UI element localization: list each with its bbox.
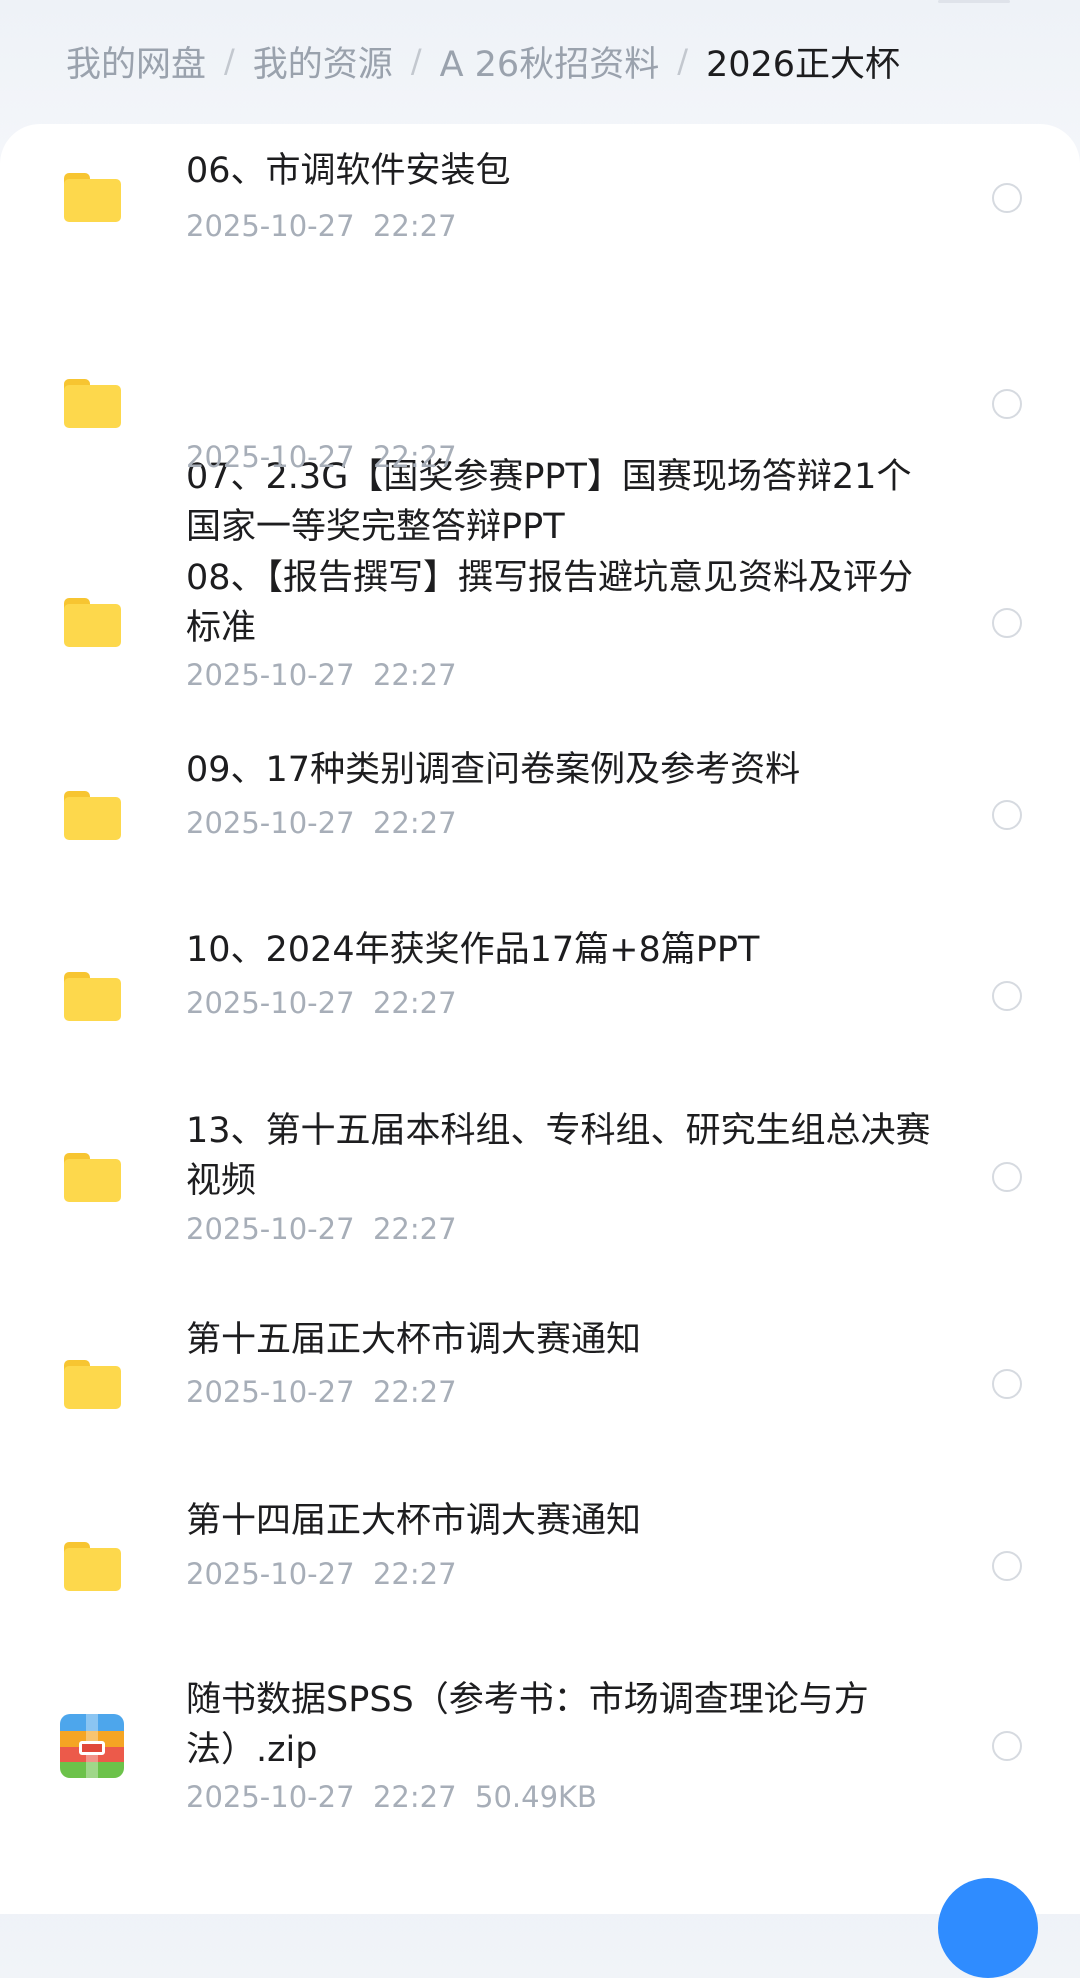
file-row[interactable]: 随书数据SPSS（参考书：市场调查理论与方法）.zip 2025-10-27 2… bbox=[0, 1672, 1080, 1892]
breadcrumb-item-current: 2026正大杯 bbox=[705, 44, 901, 85]
file-meta: 2025-10-27 22:27 bbox=[186, 437, 457, 477]
file-name: 06、市调软件安装包 bbox=[186, 151, 511, 191]
file-time: 22:27 bbox=[372, 1780, 457, 1814]
file-name: 第十五届正大杯市调大赛通知 bbox=[186, 1320, 642, 1360]
file-row[interactable]: 06、市调软件安装包 2025-10-27 22:27 bbox=[0, 124, 1080, 331]
file-meta: 2025-10-27 22:27 bbox=[186, 655, 457, 695]
select-checkbox[interactable] bbox=[992, 608, 1022, 638]
select-checkbox[interactable] bbox=[992, 1551, 1022, 1581]
select-checkbox[interactable] bbox=[992, 800, 1022, 830]
file-meta: 2025-10-27 22:27 bbox=[186, 983, 457, 1023]
file-date: 2025-10-27 bbox=[186, 1557, 355, 1591]
file-meta: 2025-10-27 22:27 bbox=[186, 206, 457, 246]
file-row[interactable]: 10、2024年获奖作品17篇+8篇PPT 2025-10-27 22:27 bbox=[0, 922, 1080, 1103]
file-row[interactable]: 13、第十五届本科组、专科组、研究生组总决赛视频 2025-10-27 22:2… bbox=[0, 1103, 1080, 1311]
file-name: 09、17种类别调查问卷案例及参考资料 bbox=[186, 750, 801, 790]
file-name: 随书数据SPSS（参考书：市场调查理论与方法）.zip bbox=[186, 1680, 869, 1770]
folder-icon bbox=[64, 972, 121, 1021]
file-name: 13、第十五届本科组、专科组、研究生组总决赛视频 bbox=[186, 1111, 931, 1201]
folder-icon bbox=[64, 1360, 121, 1409]
file-meta: 2025-10-27 22:27 bbox=[186, 1209, 457, 1249]
top-handle bbox=[938, 0, 1010, 3]
file-meta: 2025-10-27 22:27 bbox=[186, 1372, 457, 1412]
file-time: 22:27 bbox=[372, 658, 457, 692]
file-name: 10、2024年获奖作品17篇+8篇PPT bbox=[186, 930, 760, 970]
file-name: 第十四届正大杯市调大赛通知 bbox=[186, 1501, 642, 1541]
select-checkbox[interactable] bbox=[992, 183, 1022, 213]
select-checkbox[interactable] bbox=[992, 1731, 1022, 1761]
breadcrumb-separator: / bbox=[224, 42, 235, 80]
folder-icon bbox=[64, 173, 121, 222]
file-meta: 2025-10-27 22:27 bbox=[186, 803, 457, 843]
select-checkbox[interactable] bbox=[992, 1162, 1022, 1192]
breadcrumb-separator: / bbox=[677, 42, 688, 80]
breadcrumb-separator: / bbox=[410, 42, 422, 80]
file-name: 08、【报告撰写】撰写报告避坑意见资料及评分标准 bbox=[186, 558, 914, 648]
file-row[interactable]: 第十五届正大杯市调大赛通知 2025-10-27 22:27 bbox=[0, 1311, 1080, 1492]
zip-archive-icon bbox=[60, 1714, 124, 1778]
select-checkbox[interactable] bbox=[992, 1369, 1022, 1399]
select-checkbox[interactable] bbox=[992, 389, 1022, 419]
file-time: 22:27 bbox=[372, 1375, 457, 1409]
file-row[interactable]: 第十四届正大杯市调大赛通知 2025-10-27 22:27 bbox=[0, 1492, 1080, 1672]
file-meta: 2025-10-27 22:27 50.49KB bbox=[186, 1777, 597, 1817]
breadcrumb: 我的网盘 / 我的资源 / A 26秋招资料 / 2026正大杯 bbox=[66, 34, 900, 88]
floating-action-button[interactable] bbox=[938, 1878, 1038, 1978]
file-time: 22:27 bbox=[372, 986, 457, 1020]
file-date: 2025-10-27 bbox=[186, 658, 355, 692]
folder-icon bbox=[64, 379, 121, 428]
file-date: 2025-10-27 bbox=[186, 986, 355, 1020]
file-date: 2025-10-27 bbox=[186, 1780, 355, 1814]
folder-icon bbox=[64, 1542, 121, 1591]
file-size: 50.49KB bbox=[475, 1780, 597, 1814]
file-time: 22:27 bbox=[372, 1212, 457, 1246]
folder-icon bbox=[64, 598, 121, 647]
file-time: 22:27 bbox=[372, 1557, 457, 1591]
file-date: 2025-10-27 bbox=[186, 440, 355, 474]
select-checkbox[interactable] bbox=[992, 981, 1022, 1011]
file-row[interactable]: 08、【报告撰写】撰写报告避坑意见资料及评分标准 2025-10-27 22:2… bbox=[0, 549, 1080, 742]
file-time: 22:27 bbox=[372, 440, 457, 474]
file-meta: 2025-10-27 22:27 bbox=[186, 1554, 457, 1594]
breadcrumb-item-autumn-recruit[interactable]: A 26秋招资料 bbox=[440, 36, 660, 87]
file-time: 22:27 bbox=[372, 209, 457, 243]
folder-icon bbox=[64, 1153, 121, 1202]
file-time: 22:27 bbox=[372, 806, 457, 840]
file-date: 2025-10-27 bbox=[186, 209, 355, 243]
file-date: 2025-10-27 bbox=[186, 1375, 355, 1409]
folder-icon bbox=[64, 791, 121, 840]
breadcrumb-item-my-resources[interactable]: 我的资源 bbox=[253, 36, 393, 87]
breadcrumb-item-my-drive[interactable]: 我的网盘 bbox=[66, 36, 206, 87]
file-row[interactable]: 09、17种类别调查问卷案例及参考资料 2025-10-27 22:27 bbox=[0, 742, 1080, 922]
file-date: 2025-10-27 bbox=[186, 806, 355, 840]
file-row[interactable]: 07、2.3G【国奖参赛PPT】国赛现场答辩21个国家一等奖完整答辩PPT 20… bbox=[0, 331, 1080, 549]
file-date: 2025-10-27 bbox=[186, 1212, 355, 1246]
file-list: 06、市调软件安装包 2025-10-27 22:27 07、2.3G【国奖参赛… bbox=[0, 124, 1080, 1914]
